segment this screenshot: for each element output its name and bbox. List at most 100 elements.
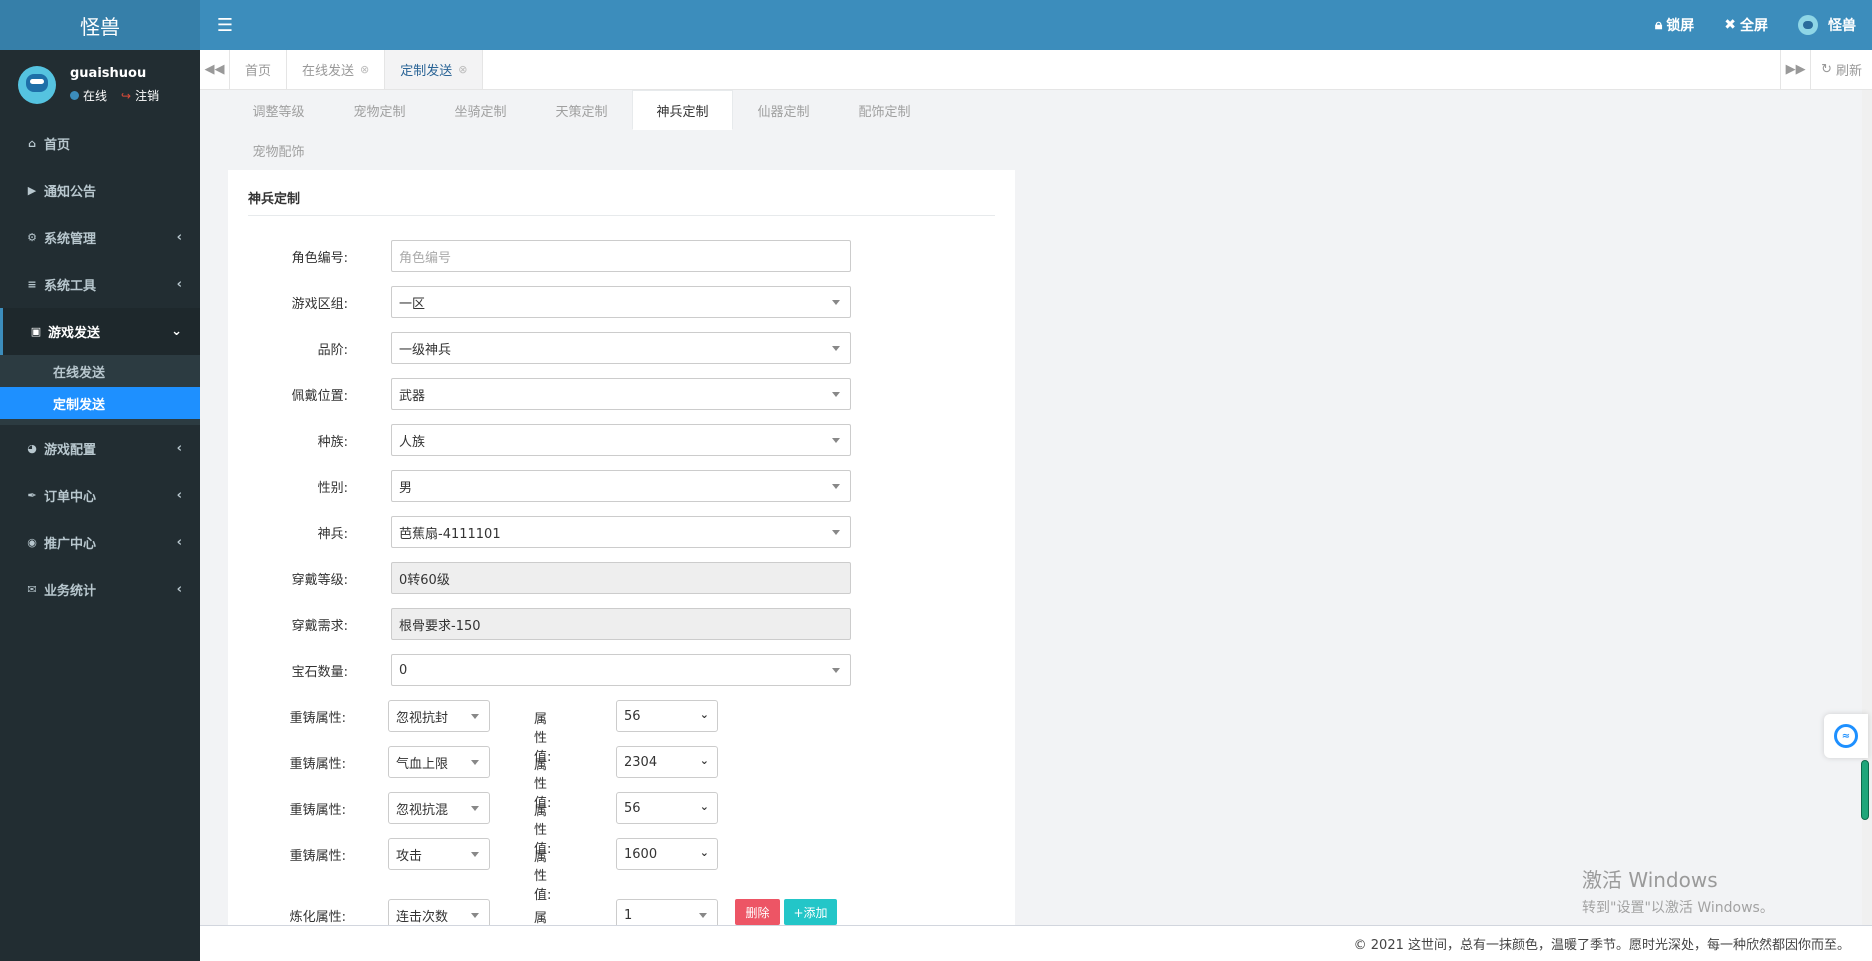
eye-icon: ◉ bbox=[27, 536, 37, 549]
row-gender: 性别: 男 bbox=[228, 470, 851, 502]
user-menu[interactable]: 怪兽 bbox=[1798, 15, 1856, 35]
top-navbar: ☰ 🔒︎ 锁屏 ✖ 全屏 怪兽 bbox=[200, 0, 1872, 50]
sidebar-item-promotion[interactable]: ◉ 推广中心 ‹ bbox=[0, 519, 200, 566]
chevron-left-icon: ‹ bbox=[176, 277, 182, 292]
close-tab-icon[interactable]: ⊗ bbox=[458, 63, 467, 76]
chevron-left-icon: ‹ bbox=[176, 582, 182, 597]
caret-down-icon bbox=[832, 346, 840, 351]
row-race: 种族: 人族 bbox=[228, 424, 851, 456]
refine-value-select[interactable]: 1 bbox=[616, 899, 718, 925]
close-tab-icon[interactable]: ⊗ bbox=[360, 63, 369, 76]
row-gem-count: 宝石数量: 0 bbox=[228, 654, 851, 686]
refresh-button[interactable]: ↻ 刷新 bbox=[1810, 50, 1872, 89]
subtab-adjust-level[interactable]: 调整等级 bbox=[228, 90, 329, 130]
app-logo[interactable]: 怪兽 bbox=[0, 0, 200, 50]
main-content: 调整等级 宠物定制 坐骑定制 天策定制 神兵定制 仙器定制 配饰定制 宠物配饰 … bbox=[200, 90, 1862, 925]
weapon-select[interactable]: 芭蕉扇-4111101 bbox=[391, 516, 851, 548]
chevron-left-icon: ‹ bbox=[176, 535, 182, 550]
sidebar-item-system-admin[interactable]: ⚙ 系统管理 ‹ bbox=[0, 214, 200, 261]
sidebar: guaishuou 在线 ↪ 注销 ⌂ 首页 ▶ 通知公告 ⚙ 系统管理 ‹ ≡ 系统工具 ‹… bbox=[0, 50, 200, 961]
subtab-pet-custom[interactable]: 宠物定制 bbox=[329, 90, 430, 130]
sidebar-item-orders[interactable]: ✒ 订单中心 ‹ bbox=[0, 472, 200, 519]
subtabs: 调整等级 宠物定制 坐骑定制 天策定制 神兵定制 仙器定制 配饰定制 宠物配饰 bbox=[228, 90, 1028, 170]
hamburger-icon[interactable]: ☰ bbox=[200, 0, 250, 50]
caret-down-icon bbox=[832, 668, 840, 673]
subtab-weapon-custom[interactable]: 神兵定制 bbox=[632, 90, 733, 130]
fullscreen-button[interactable]: ✖ 全屏 bbox=[1724, 15, 1768, 35]
chevron-left-icon: ‹ bbox=[176, 441, 182, 456]
slot-select[interactable]: 武器 bbox=[391, 378, 851, 410]
tab-custom-send[interactable]: 定制发送 ⊗ bbox=[385, 50, 484, 89]
logout-link[interactable]: ↪ 注销 bbox=[121, 87, 159, 104]
recast-attr-select[interactable]: 气血上限 bbox=[388, 746, 490, 778]
online-dot-icon bbox=[70, 91, 79, 100]
chevron-down-icon: ⌄ bbox=[699, 800, 709, 813]
bullhorn-icon: ▶ bbox=[27, 184, 37, 197]
refresh-icon: ↻ bbox=[1821, 62, 1832, 77]
avatar bbox=[1798, 15, 1818, 35]
sidebar-item-game-config[interactable]: ◕ 游戏配置 ‹ bbox=[0, 425, 200, 472]
delete-button[interactable]: 删除 bbox=[735, 899, 780, 925]
user-name: guaishuou bbox=[70, 66, 147, 81]
subtab-pet-accessory[interactable]: 宠物配饰 bbox=[228, 130, 329, 170]
row-server: 游戏区组: 一区 bbox=[228, 286, 851, 318]
recast-value-select[interactable]: 1600 ⌄ bbox=[616, 838, 718, 870]
row-recast-3: 重铸属性: 忽视抗混 属性值: 56 ⌄ bbox=[228, 792, 718, 857]
gem-count-select[interactable]: 0 bbox=[391, 654, 851, 686]
lock-icon: 🔒︎ bbox=[1654, 17, 1663, 33]
sidebar-subitem-online-send[interactable]: 在线发送 bbox=[0, 355, 200, 387]
recast-value-select[interactable]: 56 ⌄ bbox=[616, 792, 718, 824]
double-right-icon: ▶▶ bbox=[1785, 62, 1806, 77]
chevron-down-icon: ⌄ bbox=[699, 754, 709, 767]
chevron-left-icon: ‹ bbox=[176, 230, 182, 245]
envelope-icon: ✉ bbox=[27, 583, 37, 596]
row-grade: 品阶: 一级神兵 bbox=[228, 332, 851, 364]
caret-down-icon bbox=[832, 438, 840, 443]
submenu: 在线发送 定制发送 bbox=[0, 355, 200, 425]
tab-home[interactable]: 首页 bbox=[230, 50, 288, 89]
sign-out-icon: ↪ bbox=[121, 89, 132, 103]
caret-down-icon bbox=[832, 392, 840, 397]
add-button[interactable]: +添加 bbox=[784, 899, 837, 925]
recast-value-select[interactable]: 2304 ⌄ bbox=[616, 746, 718, 778]
sidebar-item-game-send[interactable]: ▣ 游戏发送 ⌄ bbox=[0, 308, 200, 355]
lock-screen-button[interactable]: 🔒︎ 锁屏 bbox=[1655, 15, 1694, 35]
row-role-id: 角色编号: 角色编号 bbox=[228, 240, 851, 272]
server-select[interactable]: 一区 bbox=[391, 286, 851, 318]
panel-title: 神兵定制 bbox=[248, 188, 995, 216]
footer: © 2021 这世间，总有一抹颜色，温暖了季节。愿时光深处，每一种欣然都因你而至… bbox=[200, 925, 1872, 961]
subtab-artifact-custom[interactable]: 仙器定制 bbox=[733, 90, 834, 130]
sidebar-item-home[interactable]: ⌂ 首页 bbox=[0, 120, 200, 167]
recast-value-select[interactable]: 56 ⌄ bbox=[616, 700, 718, 732]
paint-brush-icon: ✒ bbox=[27, 489, 37, 502]
recast-attr-select[interactable]: 忽视抗封 bbox=[388, 700, 490, 732]
tabs-scroll-left-button[interactable]: ◀◀ bbox=[200, 50, 230, 89]
sidebar-item-statistics[interactable]: ✉ 业务统计 ‹ bbox=[0, 566, 200, 613]
sidebar-item-system-tools[interactable]: ≡ 系统工具 ‹ bbox=[0, 261, 200, 308]
windows-watermark: 激活 Windows 转到"设置"以激活 Windows。 bbox=[1582, 868, 1774, 916]
grade-select[interactable]: 一级神兵 bbox=[391, 332, 851, 364]
role-id-input[interactable]: 角色编号 bbox=[391, 240, 851, 272]
caret-down-icon bbox=[832, 530, 840, 535]
gender-select[interactable]: 男 bbox=[391, 470, 851, 502]
subtab-tiance-custom[interactable]: 天策定制 bbox=[531, 90, 632, 130]
tab-online-send[interactable]: 在线发送 ⊗ bbox=[287, 50, 386, 89]
user-panel: guaishuou 在线 ↪ 注销 bbox=[0, 50, 200, 120]
double-left-icon: ◀◀ bbox=[204, 62, 225, 77]
caret-down-icon bbox=[832, 300, 840, 305]
floating-assistant-button[interactable]: ≈ bbox=[1824, 714, 1868, 758]
tabs-scroll-right-button[interactable]: ▶▶ bbox=[1780, 50, 1810, 89]
assistant-icon: ≈ bbox=[1834, 724, 1858, 748]
sidebar-item-notice[interactable]: ▶ 通知公告 bbox=[0, 167, 200, 214]
recast-attr-select[interactable]: 忽视抗混 bbox=[388, 792, 490, 824]
subtab-mount-custom[interactable]: 坐骑定制 bbox=[430, 90, 531, 130]
row-recast-1: 重铸属性: 忽视抗封 属性值: 56 ⌄ bbox=[228, 700, 718, 765]
row-refine: 炼化属性: 连击次数 属性值: 1 删除 +添加 bbox=[228, 899, 837, 925]
chevron-down-icon: ⌄ bbox=[699, 708, 709, 721]
refine-attr-select[interactable]: 连击次数 bbox=[388, 899, 490, 925]
subtab-accessory-custom[interactable]: 配饰定制 bbox=[834, 90, 935, 130]
recast-attr-select[interactable]: 攻击 bbox=[388, 838, 490, 870]
sidebar-subitem-custom-send[interactable]: 定制发送 bbox=[0, 387, 200, 419]
floating-green-handle[interactable] bbox=[1861, 760, 1869, 820]
race-select[interactable]: 人族 bbox=[391, 424, 851, 456]
